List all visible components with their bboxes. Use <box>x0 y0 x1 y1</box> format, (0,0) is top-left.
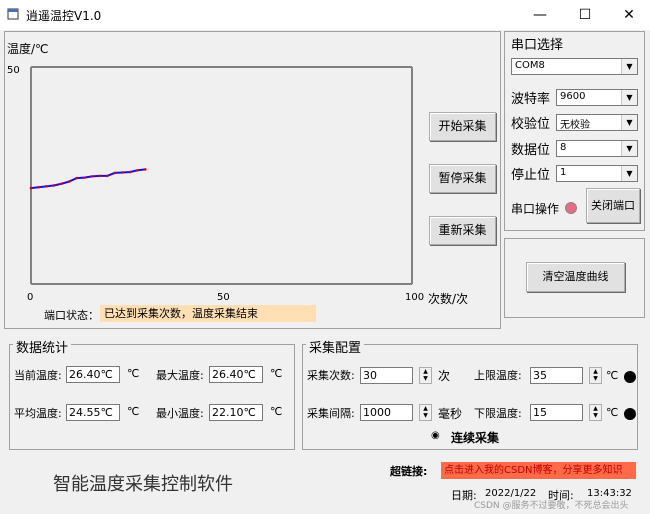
databits-select[interactable]: 8 ▼ <box>556 140 638 157</box>
data-point <box>75 176 79 180</box>
max-temp-label: 最大温度: <box>156 369 204 382</box>
upper-spinner[interactable]: ▲ ▼ <box>589 367 602 384</box>
data-point <box>37 185 40 189</box>
chevron-down-icon[interactable]: ▼ <box>621 166 637 181</box>
upper-field[interactable]: 35 <box>530 367 583 384</box>
interval-label: 采集间隔: <box>307 407 355 420</box>
lower-unit: ℃ <box>606 406 619 419</box>
chevron-down-icon[interactable]: ▼ <box>621 115 637 130</box>
series-line <box>30 168 146 190</box>
data-point <box>83 176 86 179</box>
data-point <box>29 186 33 190</box>
csdn-link[interactable]: 点击进入我的CSDN博客，分享更多知识 <box>441 462 636 479</box>
pause-button[interactable]: 暂停采集 <box>429 164 496 193</box>
count-spinner[interactable]: ▲ ▼ <box>419 367 432 384</box>
upper-alarm-indicator <box>624 371 636 383</box>
data-point <box>136 168 139 172</box>
port-select[interactable]: COM8 ▼ <box>511 58 638 75</box>
watermark: CSDN @服务不过要敬，不死总会出头 <box>474 501 629 511</box>
stopbits-label: 停止位 <box>511 168 551 183</box>
data-point <box>60 182 63 186</box>
start-button[interactable]: 开始采集 <box>429 112 496 141</box>
lower-spinner[interactable]: ▲ ▼ <box>589 404 602 421</box>
stats-group <box>9 344 295 450</box>
lower-label: 下限温度: <box>474 407 522 420</box>
max-temp-field[interactable]: 26.40℃ <box>209 366 263 383</box>
min-temp-unit: ℃ <box>270 405 283 418</box>
min-temp-field[interactable]: 22.10℃ <box>209 404 263 421</box>
upper-label: 上限温度: <box>474 369 522 382</box>
count-field[interactable]: 30 <box>360 367 413 384</box>
port-status-indicator <box>565 202 577 214</box>
parity-label: 校验位 <box>511 117 551 132</box>
data-point <box>113 171 117 175</box>
parity-value: 无校验 <box>560 120 590 131</box>
baud-label: 波特率 <box>511 92 551 107</box>
stats-group-title: 数据统计 <box>13 337 72 356</box>
data-point <box>67 180 71 183</box>
clear-curve-button[interactable]: 清空温度曲线 <box>526 262 625 292</box>
databits-label: 数据位 <box>511 143 551 158</box>
data-point <box>121 171 124 174</box>
upper-unit: ℃ <box>606 369 619 382</box>
data-point <box>98 174 101 178</box>
interval-spinner[interactable]: ▲ ▼ <box>419 404 432 421</box>
close-port-button[interactable]: 关闭端口 <box>586 188 640 223</box>
chevron-down-icon[interactable]: ▼ <box>621 90 637 105</box>
count-unit: 次 <box>438 369 451 383</box>
data-point <box>44 185 48 188</box>
config-group-title: 采集配置 <box>306 337 365 356</box>
avg-temp-label: 平均温度: <box>14 407 62 420</box>
parity-select[interactable]: 无校验 ▼ <box>556 114 638 131</box>
chevron-down-icon[interactable]: ▼ <box>621 59 637 74</box>
serial-group-title: 串口选择 <box>511 38 564 53</box>
interval-field[interactable]: 1000 <box>360 404 413 421</box>
x-tick-50: 50 <box>217 292 230 303</box>
current-temp-label: 当前温度: <box>14 369 62 382</box>
interval-unit: 毫秒 <box>438 407 463 421</box>
port-value: COM8 <box>515 60 545 71</box>
current-temp-unit: ℃ <box>127 367 140 380</box>
avg-temp-unit: ℃ <box>127 405 140 418</box>
serial-op-label: 串口操作 <box>511 202 560 216</box>
lower-field[interactable]: 15 <box>530 404 583 421</box>
current-temp-field[interactable]: 26.40℃ <box>66 366 120 383</box>
databits-value: 8 <box>560 142 567 153</box>
status-text: 已达到采集次数，温度采集结束 <box>100 305 316 322</box>
baud-value: 9600 <box>560 91 586 102</box>
data-point <box>144 168 147 171</box>
stopbits-select[interactable]: 1 ▼ <box>556 165 638 182</box>
app-name: 智能温度采集控制软件 <box>53 474 233 495</box>
min-temp-label: 最小温度: <box>156 407 204 420</box>
stopbits-value: 1 <box>560 167 567 178</box>
restart-button[interactable]: 重新采集 <box>429 216 496 245</box>
x-tick-0: 0 <box>27 292 34 303</box>
count-label: 采集次数: <box>307 369 355 382</box>
lower-alarm-indicator <box>624 408 636 420</box>
status-label: 端口状态： <box>44 309 99 322</box>
data-point <box>105 174 109 178</box>
avg-temp-field[interactable]: 24.55℃ <box>66 404 120 421</box>
chart-xlabel: 次数/次 <box>428 292 469 306</box>
data-point <box>52 184 56 187</box>
link-label: 超链接: <box>390 465 428 478</box>
max-temp-unit: ℃ <box>270 367 283 380</box>
baud-select[interactable]: 9600 ▼ <box>556 89 638 106</box>
continuous-radio[interactable]: ◉ <box>431 431 441 441</box>
date-label: 日期: <box>451 489 477 502</box>
continuous-label[interactable]: 连续采集 <box>451 429 499 446</box>
x-tick-100: 100 <box>405 292 425 303</box>
chevron-down-icon[interactable]: ▼ <box>621 141 637 156</box>
data-point <box>90 175 94 178</box>
data-point <box>128 170 132 174</box>
